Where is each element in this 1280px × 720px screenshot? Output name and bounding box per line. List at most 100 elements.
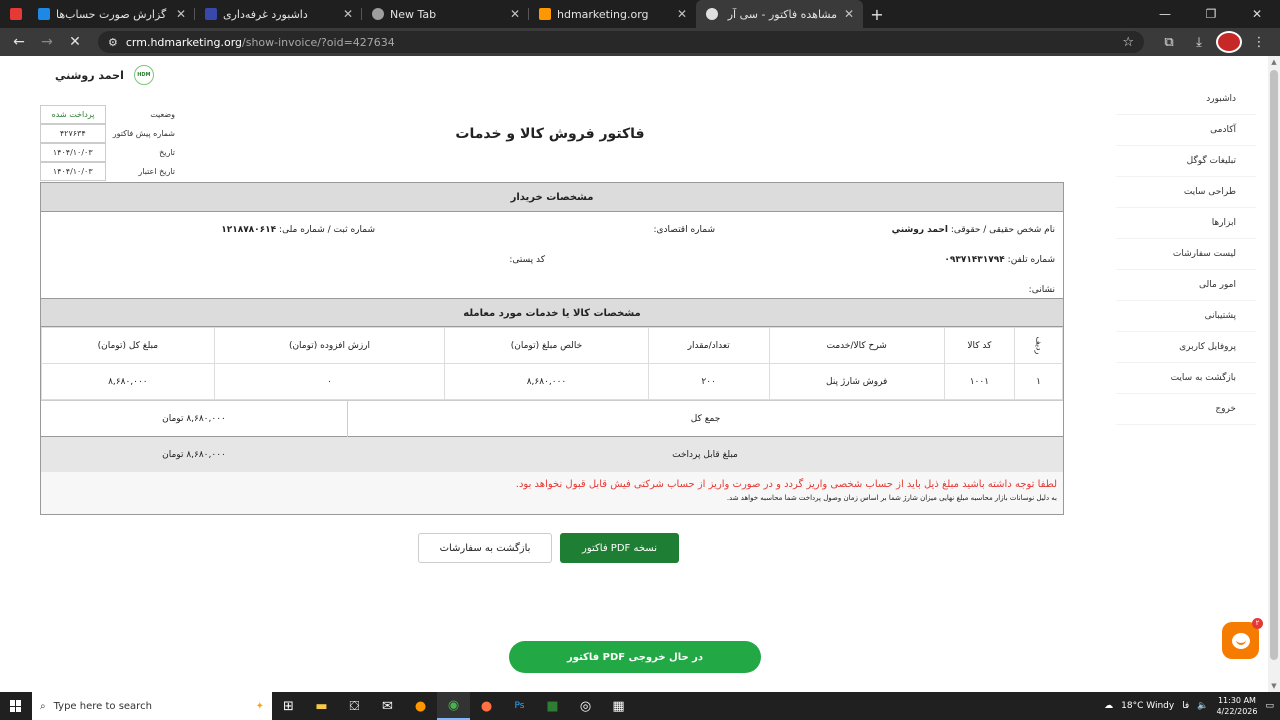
sidebar-item-google-ads[interactable]: تبلیغات گوگل	[1116, 146, 1256, 177]
copilot-icon: ✦	[255, 700, 264, 712]
notification-icon[interactable]: ▭	[1265, 701, 1274, 711]
invoice-box: مشخصات خریدار نام شخص حقیقی / حقوقی: احم…	[40, 182, 1064, 515]
new-tab-button[interactable]: +	[863, 0, 891, 28]
volume-icon[interactable]: 🔈	[1197, 701, 1208, 711]
tab-title: New Tab	[390, 7, 437, 21]
tab-title: داشبورد غرفه‌داری	[223, 7, 308, 21]
items-table: ردیف کد کالا شرح کالا/خدمت تعداد/مقدار خ…	[41, 327, 1063, 400]
address-bar[interactable]: ⚙ crm.hdmarketing.org/show-invoice/?oid=…	[98, 31, 1144, 53]
tab-title: hdmarketing.org	[557, 7, 649, 21]
restore-icon[interactable]: ❐	[1188, 0, 1234, 28]
photoshop-icon[interactable]: Ps	[503, 692, 536, 720]
support-chat-button[interactable]: ۲	[1222, 618, 1263, 659]
column-header: ردیف	[1014, 327, 1063, 364]
pdf-download-button[interactable]: نسخه PDF فاکتور	[560, 533, 679, 563]
search-icon: ⌕	[40, 700, 46, 712]
stop-loading-icon[interactable]: ✕	[64, 31, 86, 53]
tab-booth-dashboard[interactable]: داشبورد غرفه‌داری ✕	[195, 0, 362, 28]
weather-icon[interactable]: ☁	[1104, 701, 1113, 711]
tab-view-invoice[interactable]: مشاهده فاکتور - سی آر ام HDM ✕	[696, 0, 863, 28]
task-view-icon[interactable]: ⊞	[272, 692, 305, 720]
total-row: جمع کل ۸,۶۸۰,۰۰۰ تومان	[41, 400, 1063, 437]
file-explorer-icon[interactable]: ▬	[305, 692, 338, 720]
tab-title: مشاهده فاکتور - سی آر ام HDM	[724, 7, 837, 21]
taskbar-search[interactable]: ⌕ Type here to search ✦	[32, 692, 272, 720]
tab-hdmarketing[interactable]: hdmarketing.org ✕	[529, 0, 696, 28]
mail-icon[interactable]: ✉	[371, 692, 404, 720]
table-cell: ۸,۶۸۰,۰۰۰	[41, 363, 215, 400]
back-arrow-icon[interactable]: ←	[8, 31, 30, 53]
user-header: HDM احمد روشني	[55, 65, 154, 85]
bookmark-star-icon[interactable]: ☆	[1122, 35, 1134, 50]
download-icon[interactable]: ⤓	[1186, 31, 1212, 53]
close-window-icon[interactable]: ✕	[1234, 0, 1280, 28]
app-white-icon[interactable]: ◎	[569, 692, 602, 720]
back-to-orders-button[interactable]: بازگشت به سفارشات	[418, 533, 552, 563]
security-app-icon[interactable]: ■	[536, 692, 569, 720]
tab-strip: گزارش صورت حساب‌ها ✕ داشبورد غرفه‌داری ✕…	[0, 0, 1280, 28]
chrome-taskbar-icon[interactable]: ◉	[437, 692, 470, 720]
page-title: فاکتور فروش کالا و خدمات	[455, 126, 645, 142]
tab-new-tab[interactable]: New Tab ✕	[362, 0, 529, 28]
sidebar-item-dashboard[interactable]: داشبورد	[1116, 84, 1256, 115]
registration-field: شماره ثبت / شماره ملی: ۱۲۱۸۷۸۰۶۱۴	[221, 225, 375, 235]
sidebar-item-logout[interactable]: خروج	[1116, 394, 1256, 425]
url-path: /show-invoice/?oid=427634	[242, 35, 395, 49]
search-placeholder: Type here to search	[53, 700, 152, 712]
sidebar-menu: داشبورد آکادمی تبلیغات گوگل طراحی سایت ا…	[1116, 84, 1256, 425]
sidebar-item-support[interactable]: پشتیبانی	[1116, 301, 1256, 332]
weather-text[interactable]: 18°C Windy	[1121, 701, 1174, 711]
site-favicon-icon	[539, 8, 551, 20]
tab-pinned[interactable]	[0, 0, 28, 28]
table-row: ۱ ۱۰۰۱ فروش شارژ پنل ۲۰۰ ۸,۶۸۰,۰۰۰ ۰ ۸,۶…	[41, 363, 1063, 400]
clock[interactable]: 11:30 AM 4/22/2026	[1216, 695, 1257, 717]
table-header-row: ردیف کد کالا شرح کالا/خدمت تعداد/مقدار خ…	[41, 327, 1063, 364]
close-tab-icon[interactable]: ✕	[843, 7, 855, 21]
tab-invoice-report[interactable]: گزارش صورت حساب‌ها ✕	[28, 0, 195, 28]
table-cell: ۲۰۰	[647, 363, 770, 400]
sidebar-item-orders[interactable]: لیست سفارشات	[1116, 239, 1256, 270]
youtube-icon	[10, 8, 22, 20]
close-tab-icon[interactable]: ✕	[676, 7, 688, 21]
payable-label: مبلغ قابل پرداخت	[672, 449, 738, 460]
close-tab-icon[interactable]: ✕	[342, 7, 354, 21]
start-button[interactable]	[0, 692, 32, 720]
close-tab-icon[interactable]: ✕	[175, 7, 187, 21]
extensions-icon[interactable]: ⧉	[1156, 31, 1182, 53]
sidebar-item-web-design[interactable]: طراحی سایت	[1116, 177, 1256, 208]
menu-kebab-icon[interactable]: ⋮	[1246, 31, 1272, 53]
minimize-icon[interactable]: —	[1142, 0, 1188, 28]
chat-badge: ۲	[1252, 618, 1263, 629]
user-name: احمد روشني	[55, 68, 124, 82]
sidebar-item-tools[interactable]: ابزارها	[1116, 208, 1256, 239]
app-orange-icon[interactable]: ●	[404, 692, 437, 720]
invoice-notes: لطفا توجه داشته باشید مبلغ ذیل باید از ح…	[41, 472, 1063, 514]
date-label: تاریخ	[159, 148, 175, 157]
phone-field: شماره تلفن: ۰۹۳۷۱۴۳۱۷۹۴	[944, 255, 1055, 265]
page-content: HDM احمد روشني داشبورد آکادمی تبلیغات گو…	[0, 56, 1268, 692]
page-scrollbar[interactable]: ▲ ▼	[1268, 56, 1280, 692]
buyer-heading: مشخصات خریدار	[41, 183, 1063, 212]
payable-row: مبلغ قابل پرداخت ۸,۶۸۰,۰۰۰ تومان	[41, 436, 1063, 472]
sidebar-item-profile[interactable]: پروفایل کاربری	[1116, 332, 1256, 363]
chrome-icon	[372, 8, 384, 20]
sidebar-item-academy[interactable]: آکادمی	[1116, 115, 1256, 146]
total-amount: ۸,۶۸۰,۰۰۰ تومان	[162, 413, 226, 424]
forward-arrow-icon[interactable]: →	[36, 31, 58, 53]
table-cell: ۱۰۰۱	[943, 363, 1016, 400]
profile-avatar[interactable]	[1216, 31, 1242, 53]
store-icon[interactable]: ⛋	[338, 692, 371, 720]
close-tab-icon[interactable]: ✕	[509, 7, 521, 21]
site-info-icon[interactable]: ⚙	[108, 36, 118, 49]
buyer-details: نام شخص حقیقی / حقوقی: احمد روشني شماره …	[41, 212, 1063, 298]
chat-icon	[1231, 632, 1250, 649]
status-label: وضعیت	[150, 110, 175, 119]
tab-title: گزارش صورت حساب‌ها	[56, 7, 167, 21]
calculator-icon[interactable]: ▦	[602, 692, 635, 720]
sidebar-item-finance[interactable]: امور مالی	[1116, 270, 1256, 301]
firefox-icon[interactable]: ●	[470, 692, 503, 720]
language-indicator[interactable]: فا	[1182, 701, 1189, 711]
sidebar-item-back-to-site[interactable]: بازگشت به سایت	[1116, 363, 1256, 394]
address-field: نشانی:	[1028, 285, 1055, 295]
preinvoice-number: ۴۲۷۶۳۴	[40, 123, 106, 143]
